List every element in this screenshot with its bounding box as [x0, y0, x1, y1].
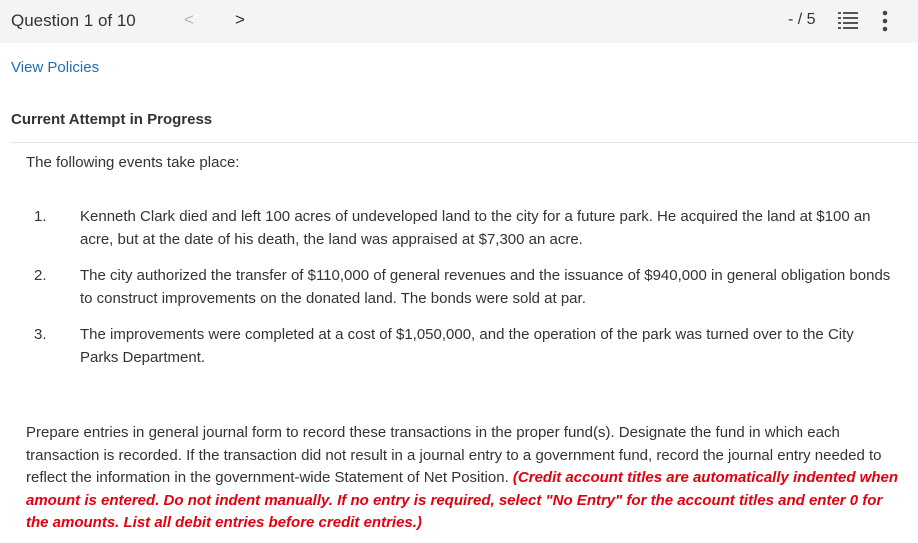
event-item: 3. The improvements were completed at a … — [26, 324, 896, 369]
question-counter: Question 1 of 10 — [11, 11, 136, 30]
event-text: Kenneth Clark died and left 100 acres of… — [80, 208, 871, 248]
next-question-button[interactable]: > — [235, 10, 245, 30]
event-number: 1. — [34, 208, 47, 225]
question-instructions: Prepare entries in general journal form … — [26, 422, 906, 535]
event-item: 2. The city authorized the transfer of $… — [26, 265, 896, 310]
list-icon[interactable] — [838, 11, 858, 31]
question-score: - / 5 — [788, 11, 816, 28]
event-number: 3. — [34, 326, 47, 343]
event-number: 2. — [34, 267, 47, 284]
previous-question-button[interactable]: < — [184, 10, 194, 30]
more-vertical-icon[interactable] — [881, 10, 889, 32]
attempt-status-heading: Current Attempt in Progress — [11, 111, 213, 128]
section-divider — [11, 142, 918, 143]
view-policies-link[interactable]: View Policies — [11, 59, 99, 76]
question-header: Question 1 of 10 < > - / 5 — [0, 0, 918, 43]
event-text: The city authorized the transfer of $110… — [80, 267, 891, 307]
event-text: The improvements were completed at a cos… — [80, 326, 854, 366]
question-intro: The following events take place: — [26, 154, 240, 171]
events-list: 1. Kenneth Clark died and left 100 acres… — [26, 206, 896, 369]
event-item: 1. Kenneth Clark died and left 100 acres… — [26, 206, 896, 251]
